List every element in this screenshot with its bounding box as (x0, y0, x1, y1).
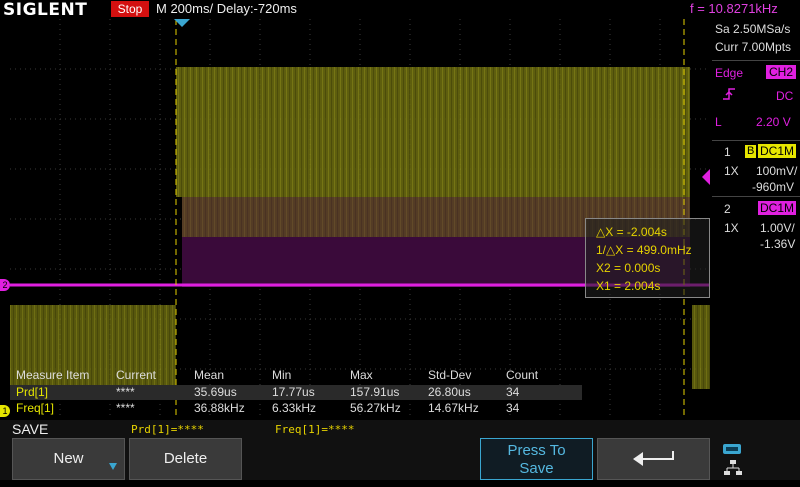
top-status-bar: SIGLENT Stop M 200ms/ Delay:-720ms f = 1… (0, 0, 800, 20)
trigger-type: Edge (715, 66, 744, 80)
measure-header-row: Measure Item Current Mean Min Max Std-De… (10, 368, 710, 382)
new-button[interactable]: New (12, 438, 125, 480)
press-to-save-line2: Save (519, 460, 554, 477)
timebase-readout[interactable]: M 200ms/ Delay:-720ms (156, 1, 297, 16)
status-freq: Freq[1]=**** (275, 423, 355, 436)
trigger-coupling: DC (776, 89, 794, 103)
ch1-trace-high (176, 67, 690, 197)
usb-storage-icon (722, 442, 742, 456)
arrow-down-icon (109, 463, 117, 470)
ch2-number: 2 (724, 202, 731, 216)
trigger-level: 2.20 V (756, 115, 791, 129)
press-to-save-line1: Press To (507, 442, 566, 459)
network-icon (724, 460, 742, 476)
ch2-offset-marker[interactable]: 2 (0, 279, 10, 291)
acquisition-panel[interactable]: Sa 2.50MSa/s Curr 7.00Mpts (712, 19, 800, 59)
ch1-coupling: DC1M (758, 144, 797, 158)
timebase-scale: M 200ms/ (156, 1, 214, 16)
channel-1-panel[interactable]: 1 B DC1M 1X 100mV/ -960mV (712, 140, 800, 197)
menu-title: SAVE (12, 421, 49, 437)
trigger-level-label: L (715, 115, 722, 129)
cursor-inverse-delta-x: 1/△X = 499.0mHz (596, 243, 692, 257)
delete-button-label: Delete (163, 450, 208, 467)
ch1-offset: -960mV (752, 180, 795, 194)
channel-2-panel[interactable]: 2 DC1M 1X 1.00V/ -1.36V (712, 196, 800, 253)
col-std-dev: Std-Dev (428, 368, 472, 382)
trigger-panel[interactable]: Edge CH2 DC L 2.20 V (712, 60, 800, 139)
col-measure-item: Measure Item (16, 368, 90, 382)
frequency-counter: f = 10.8271kHz (690, 1, 778, 16)
memory-depth: Curr 7.00Mpts (715, 40, 792, 54)
ch2-scale: 1.00V/ (760, 221, 795, 235)
timebase-delay: Delay:-720ms (216, 1, 297, 16)
ch1-scale: 100mV/ (756, 164, 798, 178)
col-max: Max (350, 368, 373, 382)
ch2-probe: 1X (724, 221, 739, 235)
cursor-x1-value: X1 = 2.004s (596, 279, 661, 293)
status-prd: Prd[1]=**** (131, 423, 204, 436)
table-row[interactable]: Freq[1] **** 36.88kHz 6.33kHz 56.27kHz 1… (10, 401, 582, 416)
table-row[interactable]: Prd[1] **** 35.69us 17.77us 157.91us 26.… (10, 385, 582, 400)
col-count: Count (506, 368, 539, 382)
col-min: Min (272, 368, 292, 382)
ch2-offset: -1.36V (760, 237, 796, 251)
ch1-bw-limit: B (745, 145, 757, 158)
col-current: Current (116, 368, 157, 382)
back-button[interactable] (597, 438, 710, 480)
ch2-coupling: DC1M (758, 201, 797, 215)
trigger-source: CH2 (766, 65, 797, 79)
return-icon (632, 451, 674, 466)
sample-rate: Sa 2.50MSa/s (715, 22, 791, 36)
cursor-delta-x: △X = -2.004s (596, 225, 667, 239)
cursor-readout-box: △X = -2.004s 1/△X = 499.0mHz X2 = 0.000s… (585, 218, 710, 298)
new-button-label: New (53, 450, 84, 467)
brand-logo: SIGLENT (3, 0, 88, 20)
ch1-offset-marker[interactable]: 1 (0, 405, 10, 417)
ch1-probe: 1X (724, 164, 739, 178)
delete-button[interactable]: Delete (129, 438, 242, 480)
col-mean: Mean (194, 368, 225, 382)
measure-table: Measure Item Current Mean Min Max Std-De… (10, 368, 710, 418)
ch1-number: 1 (724, 145, 731, 159)
press-to-save-button[interactable]: Press To Save (480, 438, 593, 480)
rising-edge-icon (722, 87, 736, 101)
run-state-badge[interactable]: Stop (111, 1, 149, 17)
cursor-x2-value: X2 = 0.000s (596, 261, 661, 275)
